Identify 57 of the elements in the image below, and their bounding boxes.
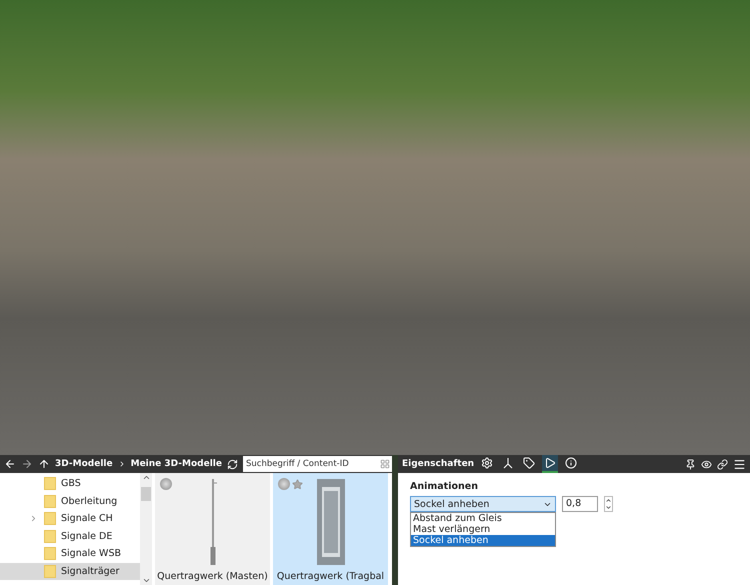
- folder-icon: [44, 494, 56, 508]
- settings-icon: [481, 457, 494, 469]
- play-icon: [544, 457, 556, 469]
- info-icon: [565, 457, 578, 469]
- folder-icon: [44, 564, 56, 578]
- refresh-icon[interactable]: [227, 458, 238, 470]
- expand-icon[interactable]: [29, 514, 38, 524]
- frame-model-icon: [316, 477, 346, 567]
- folder-icon: [44, 530, 56, 543]
- dropdown-option[interactable]: Mast verlängern: [411, 524, 555, 535]
- model-card[interactable]: Quertragwerk (Masten): [155, 473, 270, 585]
- folder-item[interactable]: Signalträger: [0, 562, 140, 580]
- model-caption: Quertragwerk (Tragbal: [276, 571, 384, 582]
- search-field[interactable]: Suchbegriff / Content-ID: [243, 456, 392, 472]
- breadcrumb-link[interactable]: Meine 3D-Modelle: [130, 459, 222, 469]
- folder-icon: [44, 547, 56, 560]
- model-card[interactable]: Quertragwerk (Tragbal: [273, 473, 388, 585]
- scroll-down-icon[interactable]: [142, 576, 150, 585]
- folder-label: Signale WSB: [61, 548, 121, 560]
- status-disc-icon: [160, 478, 172, 490]
- folder-label: Signalträger: [61, 566, 120, 577]
- toolbar-tab[interactable]: [542, 455, 558, 473]
- panel-title: Eigenschaften: [402, 459, 474, 469]
- back-icon[interactable]: [4, 458, 16, 470]
- folder-item[interactable]: Signale CH: [0, 510, 140, 528]
- folder-item[interactable]: GBS: [0, 475, 140, 492]
- scroll-up-icon[interactable]: [142, 473, 150, 482]
- folder-item[interactable]: Signale WSB: [0, 545, 140, 562]
- number-field[interactable]: 0,8: [562, 496, 598, 512]
- model-caption: Quertragwerk (Masten): [157, 571, 268, 582]
- link-icon[interactable]: [717, 458, 728, 470]
- scroll-thumb[interactable]: [141, 487, 151, 501]
- tag-icon: [523, 457, 536, 469]
- folder-label: Oberleitung: [61, 496, 118, 507]
- dropdown-option[interactable]: Sockel anheben: [411, 535, 555, 546]
- eye-icon[interactable]: [701, 458, 712, 470]
- menu-icon[interactable]: [733, 458, 746, 470]
- pin-icon[interactable]: [685, 458, 696, 470]
- folder-label: Signale CH: [61, 513, 113, 524]
- folder-label: Signale DE: [61, 530, 112, 542]
- breadcrumb-link[interactable]: 3D-Modelle: [55, 459, 113, 469]
- axes-icon: [502, 457, 514, 469]
- star-icon[interactable]: [292, 478, 303, 490]
- animation-dropdown[interactable]: Sockel anheben: [410, 496, 556, 512]
- folder-icon: [44, 477, 56, 490]
- folder-icon: [44, 512, 56, 526]
- folder-item[interactable]: Oberleitung: [0, 492, 140, 510]
- scrollbar[interactable]: [140, 473, 152, 585]
- forward-icon[interactable]: [21, 458, 33, 470]
- spin-buttons[interactable]: [604, 496, 613, 512]
- folder-label: GBS: [61, 478, 81, 490]
- dropdown-option[interactable]: Abstand zum Gleis: [411, 513, 555, 524]
- up-icon[interactable]: [38, 458, 50, 470]
- grid-view-icon[interactable]: [380, 459, 390, 469]
- status-disc-icon: [278, 478, 290, 490]
- section-heading: Animationen: [410, 481, 479, 492]
- folder-item[interactable]: Signale DE: [0, 528, 140, 545]
